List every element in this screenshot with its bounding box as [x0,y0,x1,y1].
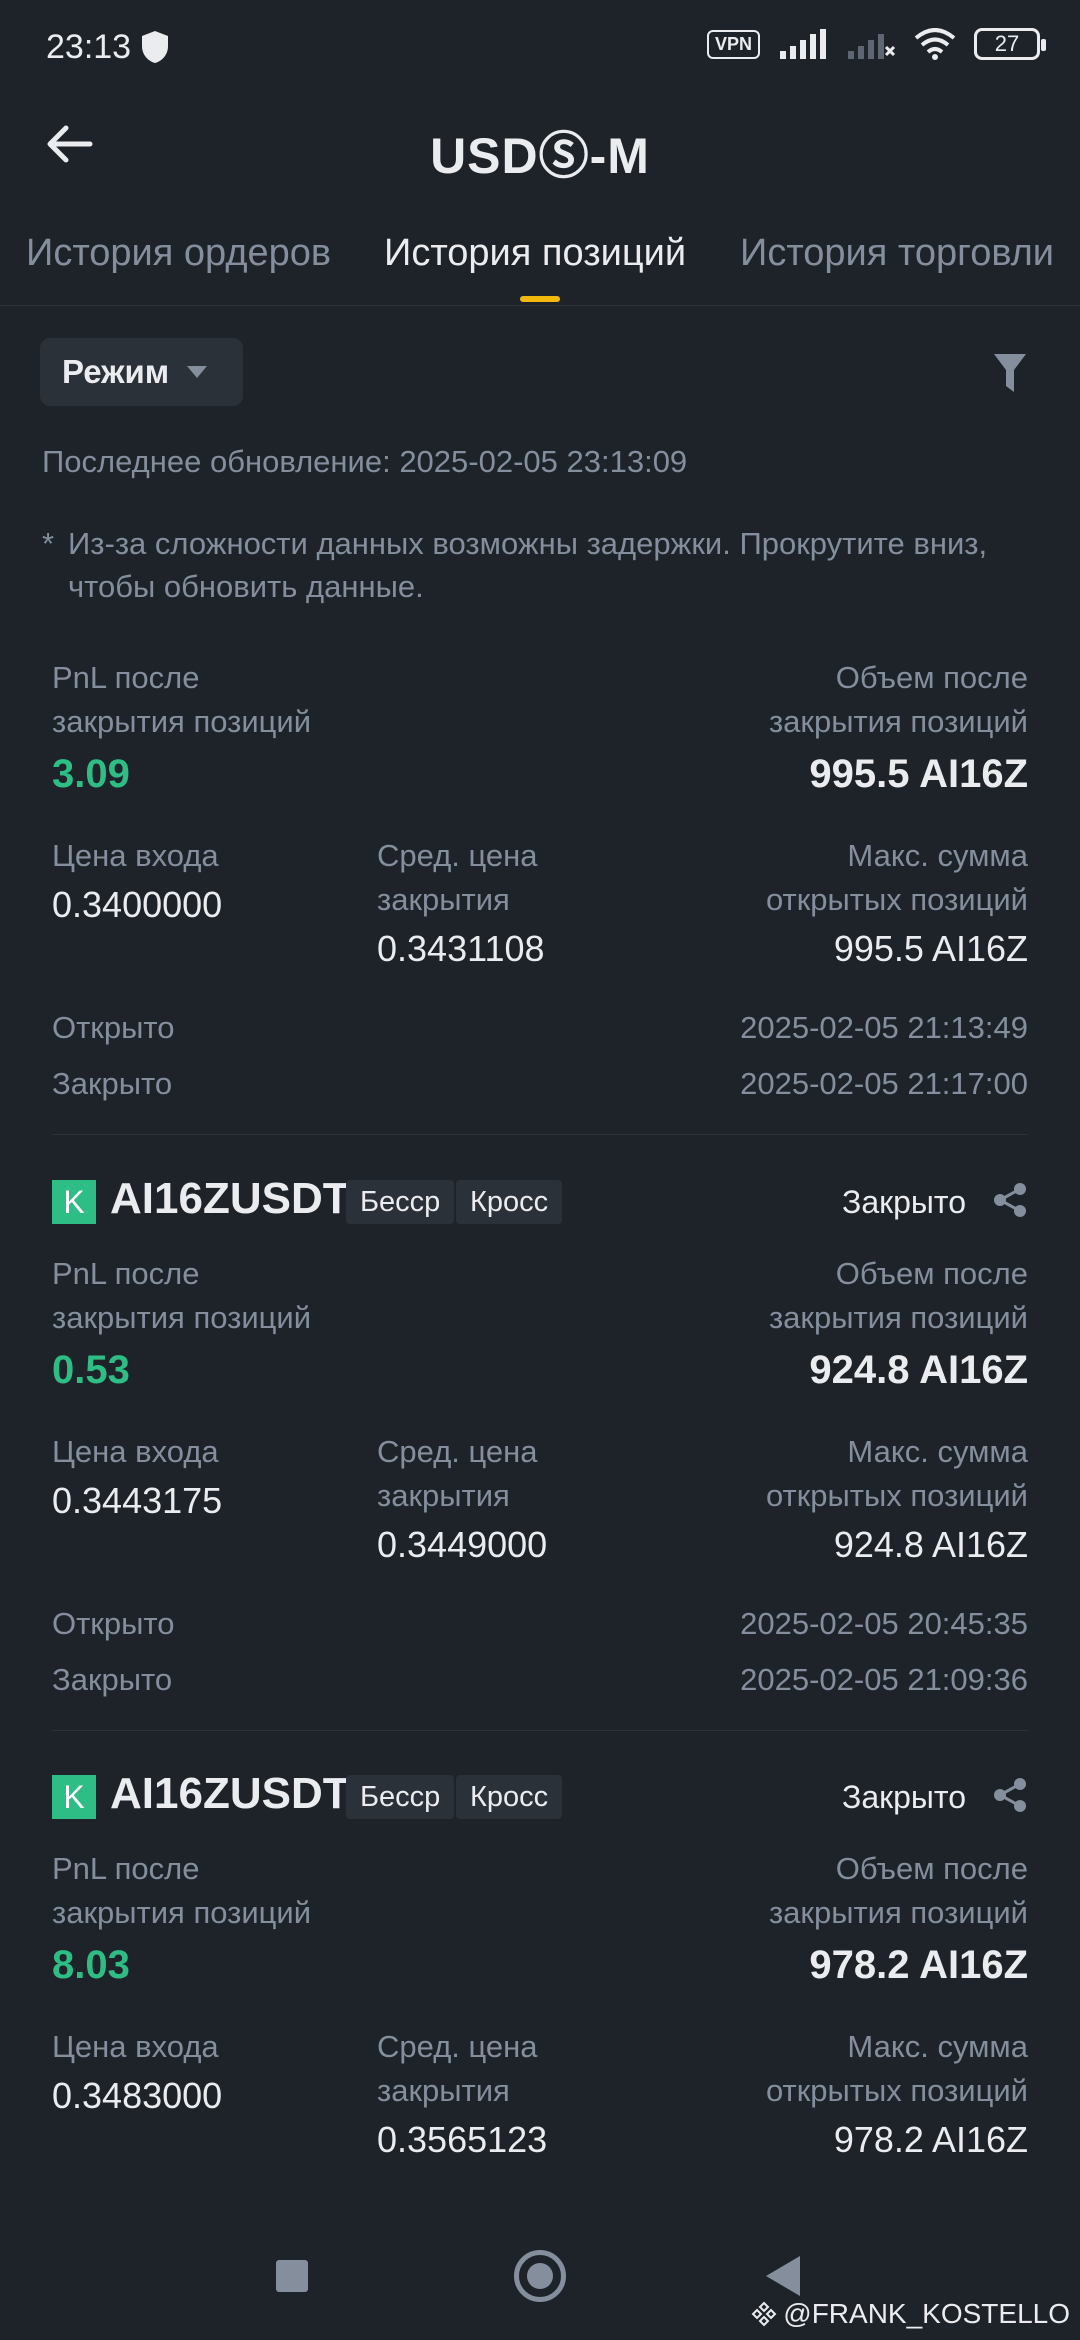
contract-badge: K [52,1180,96,1224]
delay-note: * Из-за сложности данных возможны задерж… [42,522,1042,608]
opened-label: Открыто [52,1010,175,1045]
closed-label: Закрыто [52,1662,173,1697]
tab-position-history[interactable]: История позиций [384,232,686,275]
tab-order-history[interactable]: История ордеров [26,232,331,275]
opened-label: Открыто [52,1606,175,1641]
max-sum-value: 978.2 AI16Z [833,2119,1028,2160]
last-update-text: Последнее обновление: 2025-02-05 23:13:0… [42,444,688,479]
battery-icon: 27 [974,28,1046,60]
entry-price-label: Цена входа [52,838,219,873]
tag-perpetual: Бесср [346,1180,455,1224]
tag-cross: Кросс [456,1180,563,1224]
symbol-row: K AI16ZUSDT Бесср Кросс Закрыто [52,1765,1028,1825]
vpn-badge: VPN [706,29,760,59]
share-icon[interactable] [992,1182,1028,1218]
filter-icon[interactable] [992,352,1028,394]
avg-close-value: 0.3431108 [377,928,545,969]
symbol-row: K AI16ZUSDT Бесср Кросс Закрыто [52,1170,1028,1230]
volume-value: 995.5 AI16Z [809,752,1028,796]
symbol-name: AI16ZUSDT [110,1769,350,1818]
signal-icon [780,29,826,59]
watermark-text: @FRANK_KOSTELLO [783,2298,1070,2329]
note-star: * [42,526,55,561]
mode-label: Режим [62,353,170,390]
entry-price-value: 0.3483000 [52,2075,223,2116]
max-sum-value: 924.8 AI16Z [833,1524,1028,1565]
entry-price-value: 0.3443175 [52,1480,223,1521]
shield-icon [142,31,168,63]
tag-perpetual: Бесср [346,1775,455,1819]
volume-value: 924.8 AI16Z [809,1348,1028,1392]
back-triangle-icon[interactable] [766,2256,800,2296]
system-nav-bar: @FRANK_KOSTELLO [0,2200,1080,2340]
opened-time: 2025-02-05 20:45:35 [740,1606,1028,1641]
pnl-label: PnL после закрытия позиций [52,1851,312,1930]
pnl-value: 3.09 [52,752,130,796]
battery-level: 27 [994,31,1020,56]
max-sum-label: Макс. сумма открытых позиций [765,1434,1028,1513]
position-status: Закрыто [841,1184,966,1220]
note-text: Из-за сложности данных возможны задержки… [68,526,988,604]
symbol-name: AI16ZUSDT [110,1174,350,1223]
position-status: Закрыто [841,1779,966,1815]
volume-label: Объем после закрытия позиций [768,660,1028,739]
pnl-label: PnL после закрытия позиций [52,1256,312,1335]
tag-cross: Кросс [456,1775,563,1819]
contract-badge: K [52,1775,96,1819]
max-sum-value: 995.5 AI16Z [833,928,1028,969]
pnl-value: 0.53 [52,1348,130,1392]
mode-dropdown[interactable]: Режим [40,338,243,406]
signal-off-icon [848,34,896,59]
pnl-value: 8.03 [52,1943,130,1987]
wifi-icon [914,28,956,60]
watermark: @FRANK_KOSTELLO [751,2298,1070,2330]
entry-price-value: 0.3400000 [52,884,223,925]
page-title: USDⓈ-M [430,128,650,184]
card-divider [52,1730,1028,1731]
status-icons: VPN 27 [706,28,1046,60]
volume-label: Объем после закрытия позиций [768,1256,1028,1335]
max-sum-label: Макс. сумма открытых позиций [765,2029,1028,2108]
active-tab-indicator [520,296,560,302]
recents-icon[interactable] [276,2260,308,2292]
home-icon[interactable] [514,2250,566,2302]
binance-logo-icon [751,2301,777,2327]
avg-close-value: 0.3449000 [377,1524,548,1565]
avg-close-label: Сред. цена закрытия [377,1434,538,1513]
entry-price-label: Цена входа [52,1434,219,1469]
volume-value: 978.2 AI16Z [809,1943,1028,1987]
opened-time: 2025-02-05 21:13:49 [740,1010,1028,1045]
status-bar: 23:13 VPN 27 [0,0,1080,96]
closed-time: 2025-02-05 21:17:00 [740,1066,1028,1101]
app-header: USDⓈ-M [0,96,1080,196]
status-time: 23:13 [46,28,132,66]
volume-label: Объем после закрытия позиций [768,1851,1028,1930]
tab-bar: История ордеров История позиций История … [0,220,1080,306]
max-sum-label: Макс. сумма открытых позиций [765,838,1028,917]
avg-close-label: Сред. цена закрытия [377,838,538,917]
entry-price-label: Цена входа [52,2029,219,2064]
pnl-label: PnL после закрытия позиций [52,660,312,739]
share-icon[interactable] [992,1777,1028,1813]
avg-close-label: Сред. цена закрытия [377,2029,538,2108]
closed-time: 2025-02-05 21:09:36 [740,1662,1028,1697]
card-divider [52,1134,1028,1135]
closed-label: Закрыто [52,1066,173,1101]
caret-down-icon [187,366,208,378]
tab-trade-history[interactable]: История торговли [740,232,1054,275]
avg-close-value: 0.3565123 [377,2119,548,2160]
